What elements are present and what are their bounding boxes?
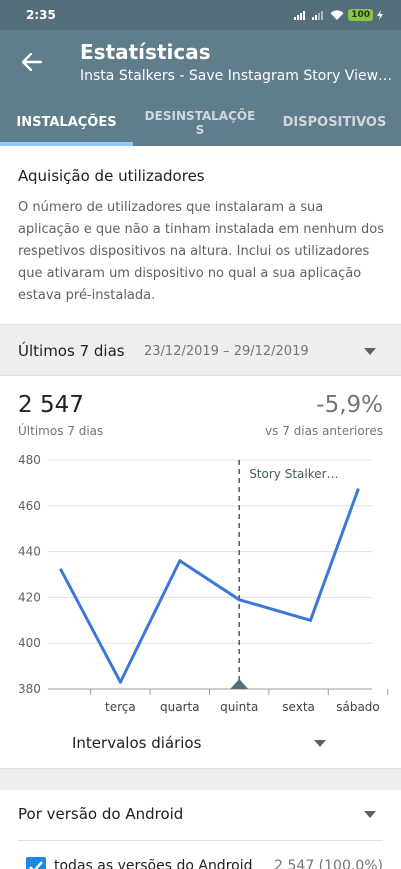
period-label: Últimos 7 dias (18, 342, 125, 360)
y-tick-label: 440 (18, 545, 41, 559)
status-icons: 100 (294, 9, 383, 21)
y-tick-label: 420 (18, 590, 41, 604)
period-selector[interactable]: Últimos 7 dias 23/12/2019 – 29/12/2019 (0, 324, 401, 376)
battery-icon: 100 (348, 9, 373, 21)
page-title: Estatísticas (80, 40, 211, 64)
section-description: O número de utilizadores que instalaram … (18, 200, 384, 303)
y-tick-label: 400 (18, 636, 41, 650)
data-point (178, 559, 182, 563)
divider (18, 840, 383, 841)
installs-period-label: Últimos 7 dias (18, 424, 104, 438)
x-tick-label: terça (105, 700, 136, 714)
installs-value: 2 547 (18, 392, 84, 418)
interval-dropdown[interactable] (306, 731, 334, 755)
status-time: 2:35 (26, 8, 56, 22)
period-range: 23/12/2019 – 29/12/2019 (144, 344, 309, 359)
section-separator (0, 768, 401, 790)
x-tick-label: sábado (336, 700, 380, 714)
signal-icon (294, 11, 306, 20)
android-version-label: Por versão do Android (18, 805, 184, 823)
all-versions-checkbox[interactable] (26, 857, 46, 869)
y-tick-label: 380 (18, 682, 41, 696)
charging-icon (377, 10, 383, 20)
x-tick-label: quinta (220, 700, 258, 714)
all-versions-value: 2 547 (100,0%) (274, 858, 383, 869)
dropdown-arrow-icon (314, 739, 326, 747)
y-tick-label: 460 (18, 499, 41, 513)
data-point (356, 488, 360, 492)
series-line (59, 489, 360, 684)
tab-uninstalls[interactable]: DESINSTALAÇÕES (144, 100, 256, 146)
wifi-icon (330, 9, 344, 20)
change-comparison-label: vs 7 dias anteriores (265, 424, 383, 438)
interval-label: Intervalos diários (72, 734, 202, 752)
period-dropdown[interactable] (356, 337, 384, 365)
dropdown-arrow-icon (364, 347, 376, 355)
check-icon (29, 861, 43, 869)
change-value: -5,9% (316, 392, 383, 418)
data-point (308, 618, 312, 622)
annotation-label: Story Stalker… (249, 467, 338, 481)
x-tick-label: sexta (282, 700, 315, 714)
data-point (237, 598, 241, 602)
back-button[interactable] (14, 44, 50, 80)
app-name: Insta Stalkers - Save Instagram Story Vi… (80, 68, 395, 84)
arrow-left-icon (22, 53, 42, 71)
y-tick-label: 480 (18, 453, 41, 467)
annotation-marker-triangle (230, 679, 249, 689)
section-title: Aquisição de utilizadores (18, 167, 205, 185)
data-point (59, 568, 63, 572)
x-tick-label: quarta (160, 700, 200, 714)
android-version-dropdown[interactable] (356, 802, 384, 826)
data-point (118, 680, 122, 684)
installs-line-chart[interactable]: 380 400 420 440 460 480 terça quarta quinta sexta… (0, 446, 401, 722)
tab-devices[interactable]: DISPOSITIVOS (268, 100, 401, 146)
tab-installs[interactable]: INSTALAÇÕES (0, 100, 133, 146)
tab-indicator (0, 142, 133, 146)
signal-icon-2 (312, 11, 324, 20)
all-versions-label: todas as versões do Android (54, 858, 253, 869)
status-bar: 2:35 100 (0, 0, 401, 30)
dropdown-arrow-icon (364, 810, 376, 818)
